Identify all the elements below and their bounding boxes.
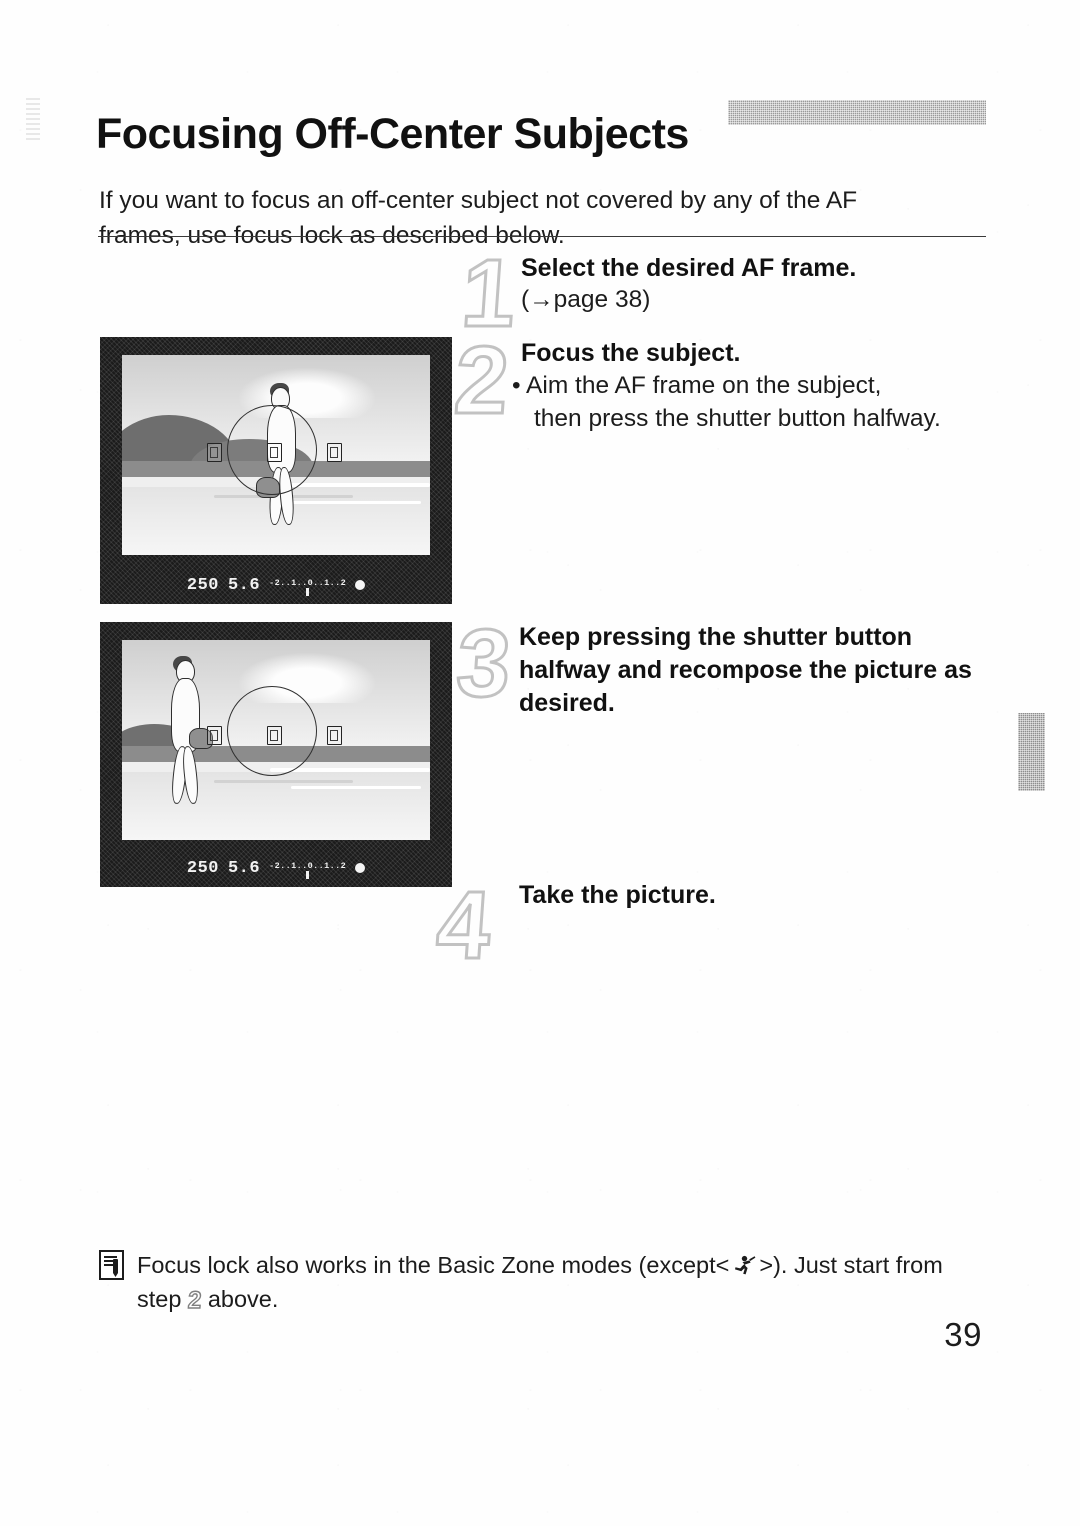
sports-mode-icon [731,1252,757,1275]
note-text-after: >). Just start from [759,1252,943,1278]
title-decorative-bar [728,100,986,125]
thumb-index-tab [1018,713,1045,791]
page-title: Focusing Off-Center Subjects [96,109,689,158]
exposure-pointer [306,870,310,879]
note-line2-after: above. [207,1286,279,1312]
af-frame-right [326,726,342,745]
af-frame-left [206,443,222,462]
viewfinder-scene-1 [122,355,430,555]
note-text-before: Focus lock also works in the Basic Zone … [137,1252,730,1278]
exposure-scale-ticks: -2..1..0..1..2 [269,577,347,588]
viewfinder-scene-2 [122,640,430,840]
exposure-scale-ticks: -2..1..0..1..2 [269,860,347,871]
step-number-2: 2 [450,326,514,436]
exposure-pointer [306,587,310,596]
step-2-bullet-cont: then press the shutter button halfway. [534,405,941,432]
af-frame-right [326,443,342,462]
viewfinder-readout-2: 250 5.6 -2..1..0..1..2 [100,851,452,885]
focus-confirm-dot [355,580,366,590]
note-line2-before: step [137,1286,182,1312]
figure-viewfinder-recomposed: 250 5.6 -2..1..0..1..2 [100,622,452,887]
exposure-scale: -2..1..0..1..2 [269,577,347,596]
exposure-scale: -2..1..0..1..2 [269,860,347,879]
wave-line [214,780,353,783]
note-line [104,1256,117,1258]
step-1-body: (→page 38) [521,286,651,313]
page-number: 39 [944,1316,982,1353]
af-frame-center [266,726,282,745]
step-number-4: 4 [432,871,496,981]
shutter-speed-value: 250 [186,575,219,595]
subject-figure [159,656,221,836]
wave-line [291,786,421,789]
pen-icon [113,1259,118,1277]
step-4-heading: Take the picture. [519,881,716,909]
step-2-bullet: • Aim the AF frame on the subject, [512,372,882,399]
viewfinder-readout-1: 250 5.6 -2..1..0..1..2 [100,568,452,602]
shutter-speed-value: 250 [186,858,219,878]
step-3-heading: Keep pressing the shutter button halfway… [519,623,972,717]
focus-confirm-dot [355,863,366,873]
af-frame-left [206,726,222,745]
horizontal-divider [98,236,986,237]
manual-page: Focusing Off-Center Subjects If you want… [0,0,1080,1526]
note-icon [99,1250,124,1280]
margin-artifact [26,98,40,140]
af-frame-center [266,443,282,462]
figure-viewfinder-centered: 250 5.6 -2..1..0..1..2 [100,337,452,604]
step-2-body: • Aim the AF frame on the subject, then … [512,369,1012,435]
step-1-heading: Select the desired AF frame. [521,254,857,282]
step-2-heading: Focus the subject. [521,339,741,367]
note-step-number: 2 [186,1286,203,1314]
aperture-value: 5.6 [227,858,261,878]
aperture-value: 5.6 [227,575,261,595]
figure-leg [180,745,200,805]
note-text: Focus lock also works in the Basic Zone … [137,1248,979,1318]
step-number-3: 3 [452,609,516,719]
note-block: Focus lock also works in the Basic Zone … [99,1248,979,1318]
